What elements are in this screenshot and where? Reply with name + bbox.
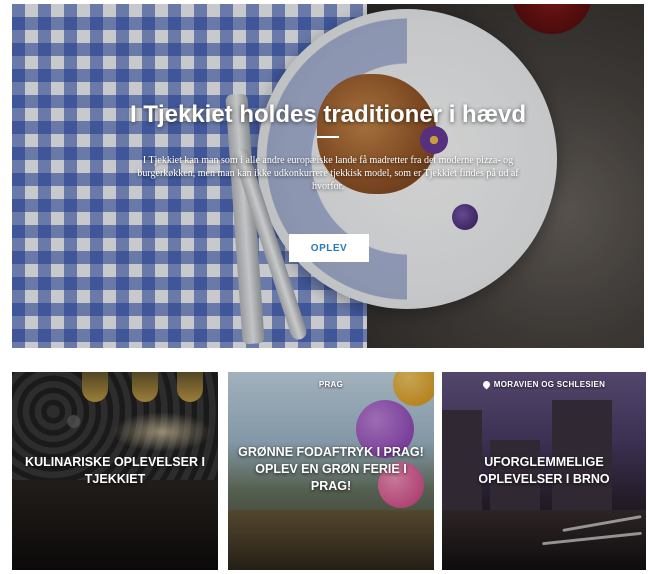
card-title: GRØNNE FODAFTRYK I PRAG! OPLEV EN GRØN F…	[238, 445, 424, 493]
hero-title: I Tjekkiet holdes traditioner i hævd	[129, 101, 527, 128]
card-location-tag: PRAG	[228, 380, 434, 389]
oplev-button[interactable]: OPLEV	[289, 234, 369, 262]
card-location-label: MORAVIEN OG SCHLESIEN	[493, 380, 606, 389]
card-title: UFORGLEMMELIGE OPLEVELSER I BRNO	[478, 455, 610, 486]
card-kulinariske-oplevelser[interactable]: KULINARISKE OPLEVELSER I TJEKKIET	[12, 372, 218, 570]
location-pin-icon	[481, 379, 492, 390]
card-location-tag: MORAVIEN OG SCHLESIEN	[442, 379, 646, 390]
hero-description: I Tjekkiet kan man som i alle andre euro…	[137, 155, 519, 192]
card-title: KULINARISKE OPLEVELSER I TJEKKIET	[25, 455, 205, 486]
card-gronne-fodaftryk-prag[interactable]: PRAG GRØNNE FODAFTRYK I PRAG! OPLEV EN G…	[228, 372, 434, 570]
hero-divider	[317, 136, 339, 138]
card-location-label: PRAG	[318, 380, 344, 389]
hero-banner: I Tjekkiet holdes traditioner i hævd I T…	[12, 4, 644, 348]
card-uforglemmelige-oplevelser-brno[interactable]: MORAVIEN OG SCHLESIEN UFORGLEMMELIGE OPL…	[442, 372, 646, 570]
